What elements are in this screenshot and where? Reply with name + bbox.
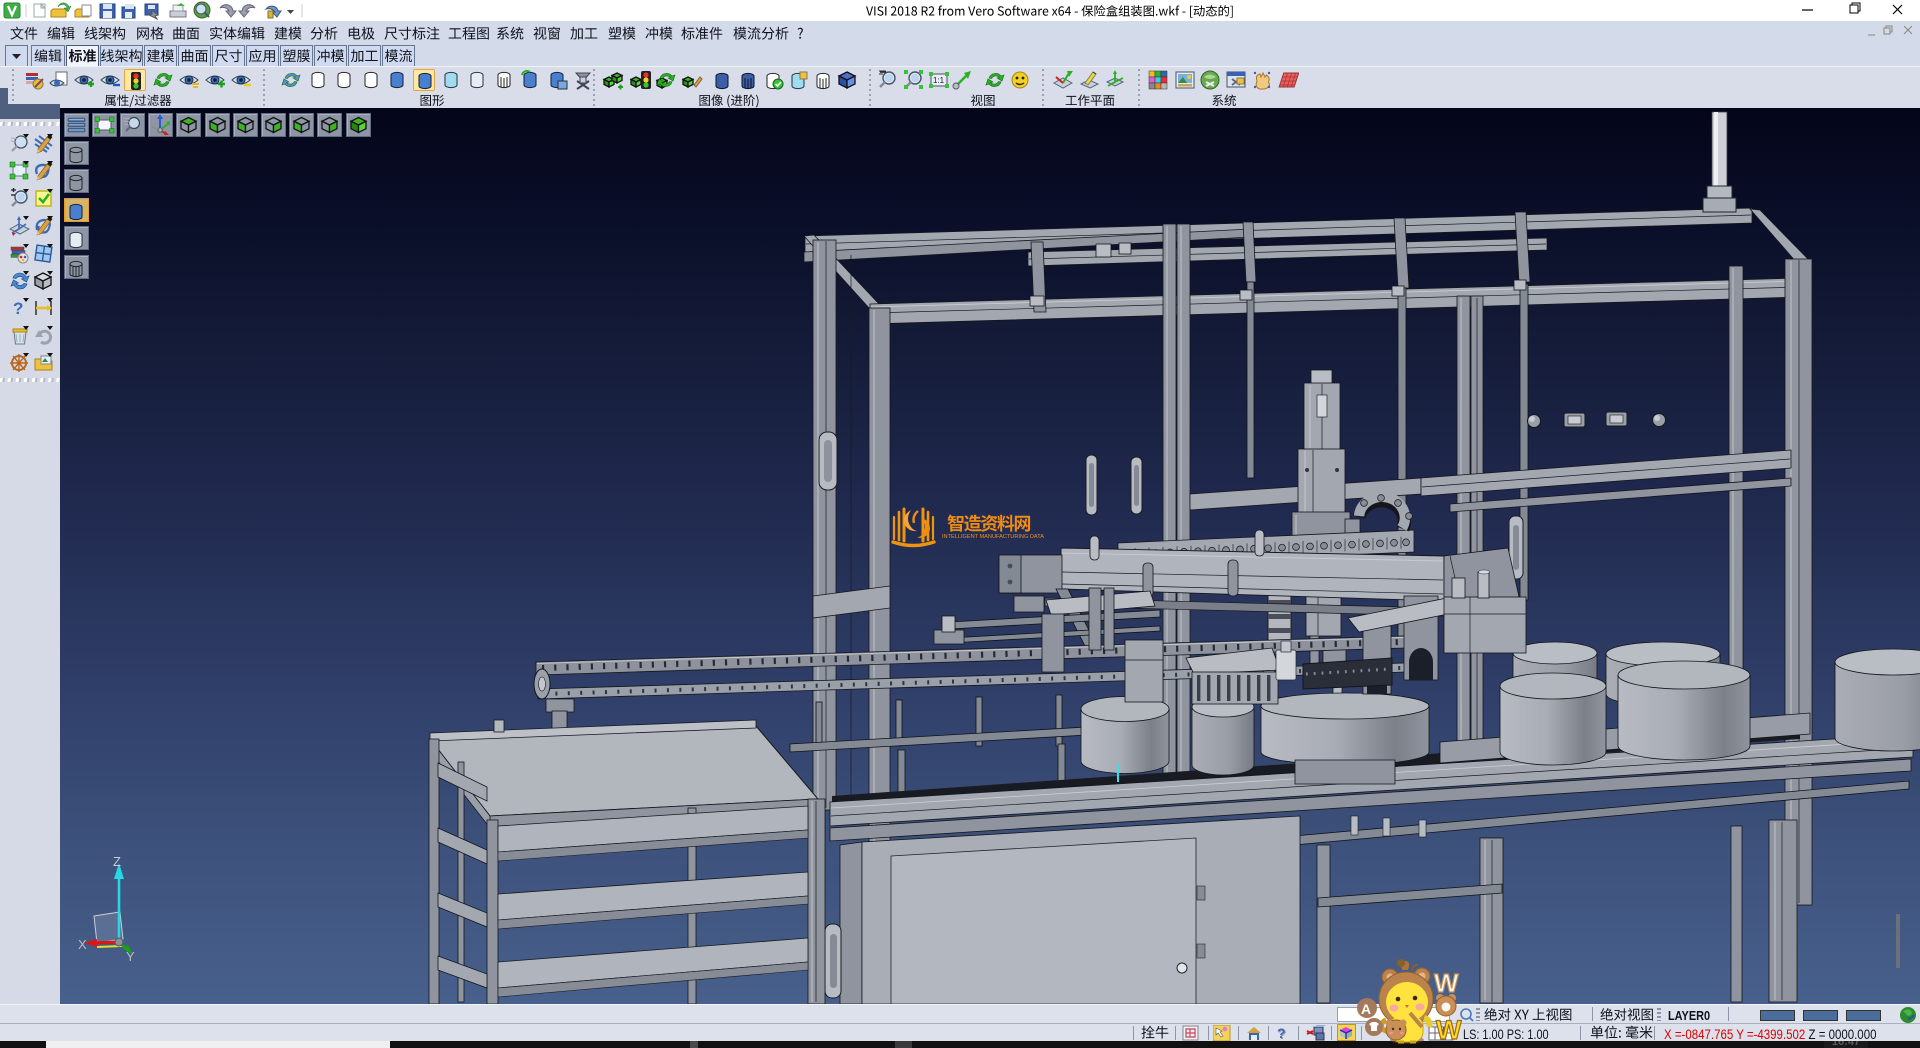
svg-text:A: A (1361, 1001, 1371, 1017)
svg-text:?: ? (13, 299, 23, 318)
svg-text:W: W (1436, 1015, 1462, 1045)
svg-text:W: W (1434, 968, 1459, 998)
svg-text:1:1: 1:1 (933, 76, 945, 85)
svg-text:Z: Z (113, 854, 121, 869)
svg-text:Y: Y (126, 949, 135, 964)
svg-text:INTELLIGENT MANUFACTURING DATA: INTELLIGENT MANUFACTURING DATA (942, 534, 1044, 540)
svg-text:X: X (78, 937, 87, 952)
